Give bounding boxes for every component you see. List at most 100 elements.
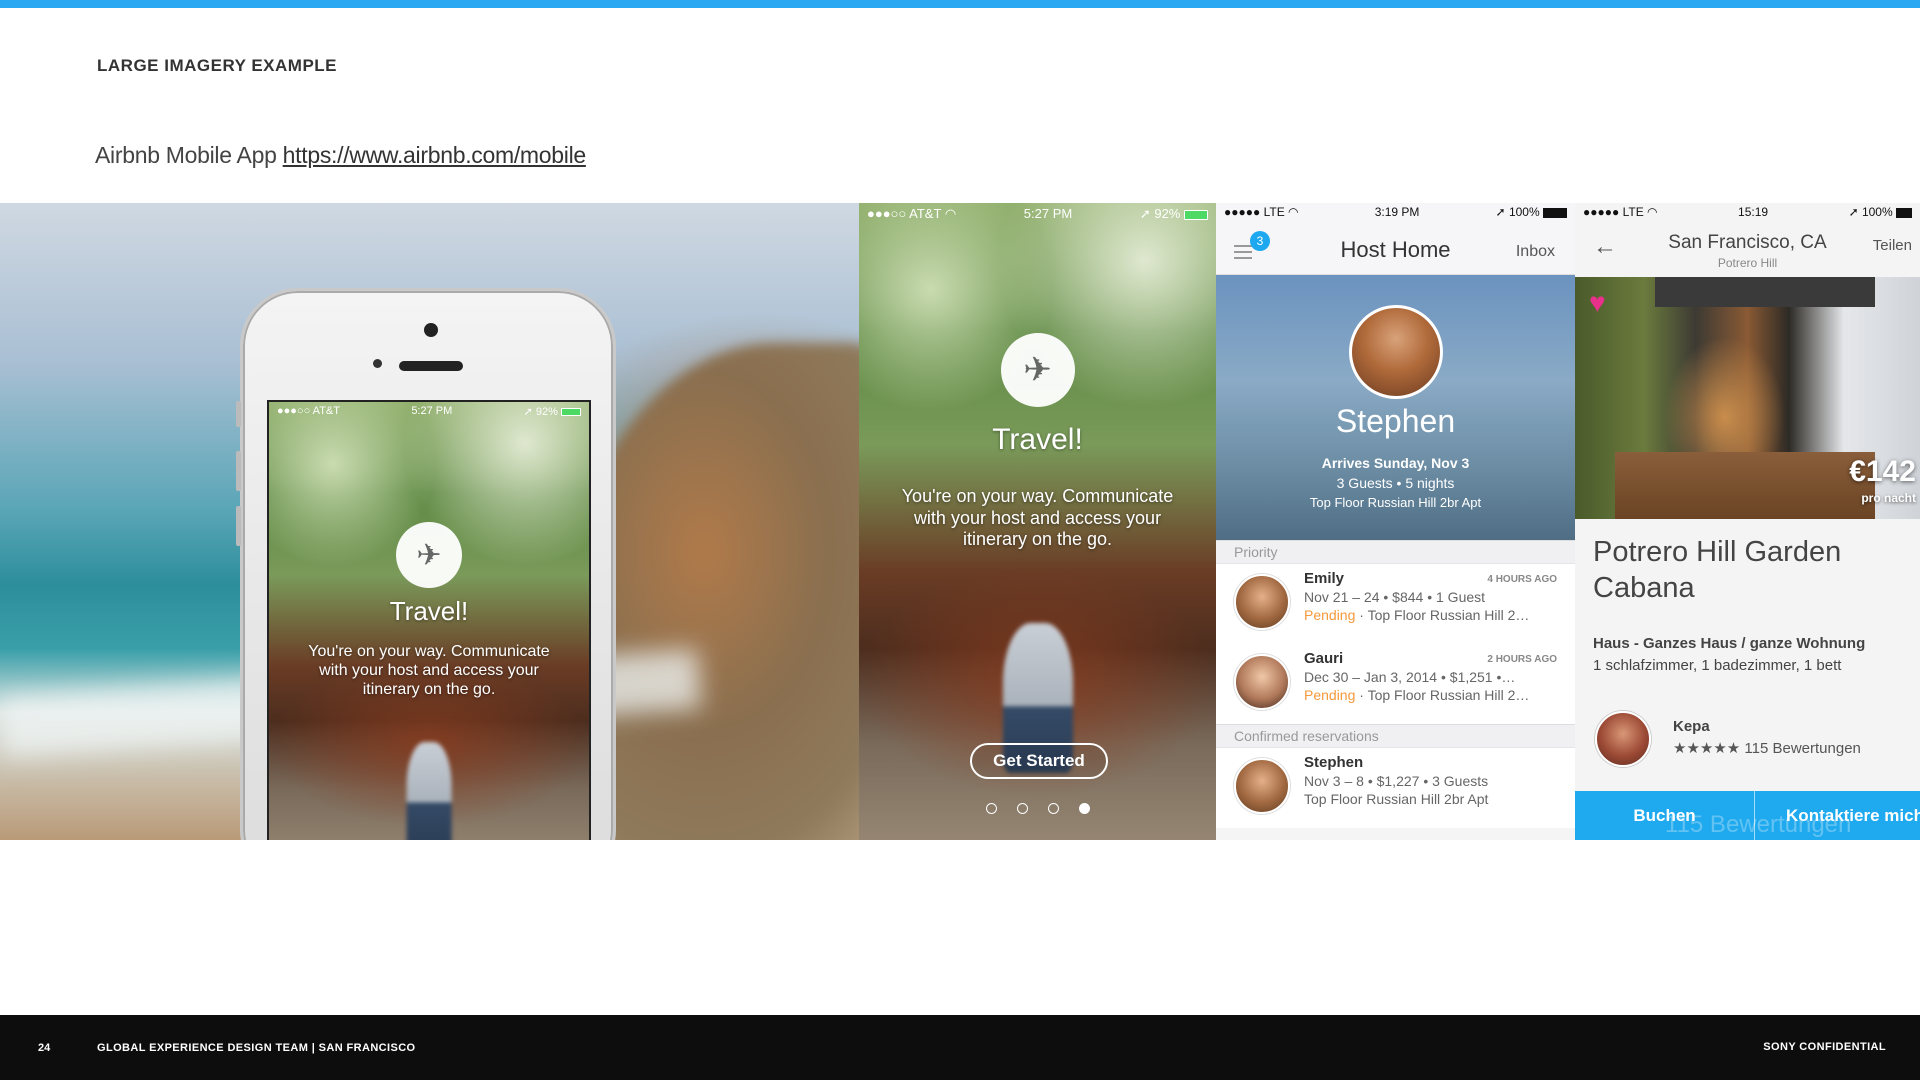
onboarding-screen: ●●●○○ AT&T ◠ 5:27 PM ➚ 92% ✈ Travel! You…	[859, 203, 1216, 840]
reservation-details: Nov 21 – 24 • $844 • 1 Guest	[1304, 589, 1486, 605]
arrival-date: Arrives Sunday, Nov 3	[1321, 455, 1470, 471]
slide-subtitle: Airbnb Mobile App https://www.airbnb.com…	[95, 142, 586, 169]
share-button[interactable]: Teilen	[1873, 237, 1912, 254]
get-started-button[interactable]: Get Started	[970, 743, 1108, 779]
clock-label: 3:19 PM	[1374, 205, 1420, 219]
location-arrow-icon: ➚	[1139, 206, 1155, 221]
reservation-details: Dec 30 – Jan 3, 2014 • $1,251 •…	[1304, 669, 1516, 685]
airbnb-mobile-link[interactable]: https://www.airbnb.com/mobile	[283, 142, 587, 168]
carrier-label: ●●●○○ AT&T	[277, 405, 340, 417]
location-arrow-icon: ➚	[1848, 205, 1862, 219]
reservation-row[interactable]: Stephen Nov 3 – 8 • $1,227 • 3 Guests To…	[1216, 748, 1575, 828]
avatar	[1234, 758, 1290, 814]
room-details: 1 schlafzimmer, 1 badezimmer, 1 bett	[1593, 657, 1842, 674]
action-bar: 115 Bewertungen Buchen Kontaktiere mich	[1575, 791, 1920, 840]
property-type: Haus - Ganzes Haus / ganze Wohnung	[1593, 635, 1866, 652]
guest-name: Gauri	[1304, 650, 1344, 667]
status-bar: ●●●○○ AT&T 5:27 PM ➚ 92%	[269, 405, 589, 418]
status-bar: ●●●●● LTE ◠ 3:19 PM ➚ 100%	[1216, 203, 1575, 223]
speaker-grill	[399, 361, 463, 371]
nav-bar: 3 Host Home Inbox	[1216, 223, 1575, 275]
city-title: San Francisco, CA	[1668, 232, 1827, 253]
accent-top-bar	[0, 0, 1920, 8]
pending-label: Pending	[1304, 687, 1356, 703]
subtitle-text: Airbnb Mobile App	[95, 142, 283, 168]
neighborhood-label: Potrero Hill	[1717, 256, 1778, 270]
battery-icon	[1542, 207, 1567, 218]
reservation-status: Pending · Top Floor Russian Hill 2…	[1304, 607, 1530, 623]
clock-label: 5:27 PM	[1023, 206, 1073, 221]
battery-status: ➚ 92%	[524, 405, 581, 418]
timestamp: 4 HOURS AGO	[1487, 574, 1557, 585]
listing-photo[interactable]: ♥ €142 pro nacht	[1575, 277, 1920, 519]
wifi-icon: ◠	[944, 206, 957, 221]
battery-icon	[1184, 209, 1208, 220]
carrier-label: ●●●○○ AT&T ◠	[867, 206, 957, 221]
wifi-icon: ◠	[1647, 205, 1658, 219]
wifi-icon: ◠	[1288, 205, 1299, 219]
guest-count: 3 Guests • 5 nights	[1336, 475, 1455, 491]
clock-label: 15:19	[1738, 205, 1769, 219]
travel-body: You're on your way. Communicate with you…	[308, 643, 550, 699]
travel-body: You're on your way. Communicate with you…	[901, 486, 1174, 550]
battery-icon	[561, 408, 581, 417]
section-priority: Priority	[1216, 540, 1575, 564]
guest-name: Emily	[1304, 570, 1345, 587]
per-night-label: pro nacht	[1861, 491, 1916, 505]
screenshot-strip: ●●●○○ AT&T 5:27 PM ➚ 92% ✈ Travel! You'r…	[0, 203, 1920, 840]
location-arrow-icon: ➚	[523, 406, 536, 418]
battery-status: ➚ 92%	[1140, 206, 1208, 222]
carrier-label: ●●●●● LTE ◠	[1224, 205, 1299, 219]
avatar	[1234, 574, 1290, 630]
travel-screen: ●●●○○ AT&T 5:27 PM ➚ 92% ✈ Travel! You'r…	[269, 402, 589, 840]
page-dot[interactable]	[985, 803, 997, 814]
battery-status: ➚ 100%	[1849, 205, 1912, 221]
page-indicator	[859, 803, 1216, 814]
status-bar: ●●●●● LTE ◠ 15:19 ➚ 100%	[1575, 203, 1920, 223]
reservation-row[interactable]: Gauri 2 HOURS AGO Dec 30 – Jan 3, 2014 •…	[1216, 644, 1575, 724]
airplane-icon: ✈	[1000, 333, 1075, 407]
avatar[interactable]	[1595, 711, 1651, 767]
inbox-button[interactable]: Inbox	[1516, 243, 1555, 261]
guest-name: Stephen	[1335, 403, 1456, 439]
slide-title: LARGE IMAGERY EXAMPLE	[97, 56, 338, 75]
price-label: €142	[1849, 455, 1916, 488]
page-dot[interactable]	[1016, 803, 1028, 814]
mute-switch	[236, 401, 241, 427]
pending-label: Pending	[1304, 607, 1356, 623]
volume-down	[236, 506, 241, 546]
section-confirmed: Confirmed reservations	[1216, 724, 1575, 748]
book-button[interactable]: Buchen	[1575, 791, 1755, 840]
review-rating[interactable]: ★★★★★ 115 Bewertungen	[1673, 739, 1861, 757]
guest-name: Stephen	[1304, 754, 1364, 771]
host-name: Kepa	[1673, 718, 1710, 735]
confidential-label: SONY CONFIDENTIAL	[1763, 1041, 1886, 1053]
sensor	[373, 359, 382, 368]
avatar[interactable]	[1349, 305, 1443, 399]
host-hero: Stephen Arrives Sunday, Nov 3 3 Guests •…	[1216, 275, 1575, 540]
volume-up	[236, 451, 241, 491]
status-bar: ●●●○○ AT&T ◠ 5:27 PM ➚ 92%	[859, 206, 1216, 222]
nav-bar: ← San Francisco, CA Potrero Hill Teilen	[1575, 223, 1920, 277]
page-dot-active[interactable]	[1078, 803, 1090, 814]
apartment-name: Top Floor Russian Hill 2br Apt	[1309, 495, 1482, 510]
beach-phone-panel: ●●●○○ AT&T 5:27 PM ➚ 92% ✈ Travel! You'r…	[0, 203, 859, 840]
reservation-status: Pending · Top Floor Russian Hill 2…	[1304, 687, 1530, 703]
listing-screen: ●●●●● LTE ◠ 15:19 ➚ 100% ← San Francisco…	[1575, 203, 1920, 840]
host-home-screen: ●●●●● LTE ◠ 3:19 PM ➚ 100% 3 Host Home I…	[1216, 203, 1575, 840]
clock-label: 5:27 PM	[411, 405, 453, 417]
page-number: 24	[38, 1042, 51, 1054]
traveler-figure	[406, 742, 452, 840]
page-dot[interactable]	[1047, 803, 1059, 814]
carrier-label: ●●●●● LTE ◠	[1583, 205, 1658, 219]
reservation-apartment: Top Floor Russian Hill 2br Apt	[1304, 791, 1489, 807]
reservation-row[interactable]: Emily 4 HOURS AGO Nov 21 – 24 • $844 • 1…	[1216, 564, 1575, 644]
timestamp: 2 HOURS AGO	[1487, 654, 1557, 665]
iphone-mockup: ●●●○○ AT&T 5:27 PM ➚ 92% ✈ Travel! You'r…	[236, 288, 616, 840]
battery-icon	[1896, 207, 1912, 218]
phone-screen: ●●●○○ AT&T 5:27 PM ➚ 92% ✈ Travel! You'r…	[267, 400, 591, 840]
battery-status: ➚ 100%	[1496, 205, 1567, 221]
heart-icon[interactable]: ♥	[1589, 287, 1606, 319]
contact-host-button[interactable]: Kontaktiere mich	[1755, 791, 1920, 840]
reservation-details: Nov 3 – 8 • $1,227 • 3 Guests	[1304, 773, 1489, 789]
